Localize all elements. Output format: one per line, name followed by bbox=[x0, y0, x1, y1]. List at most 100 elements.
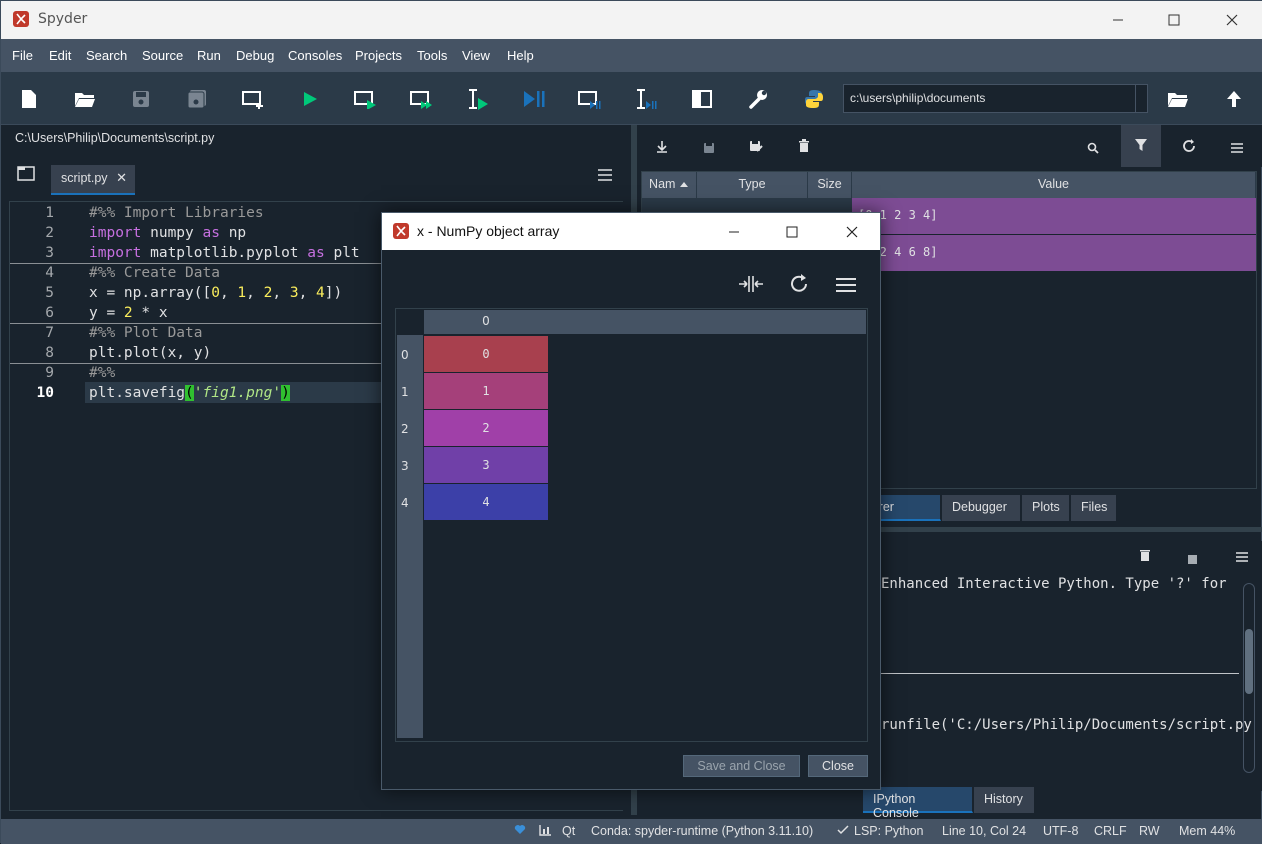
chevron-down-icon[interactable] bbox=[1135, 85, 1147, 112]
memory-chart-icon[interactable] bbox=[539, 824, 552, 839]
header-name-label: Nam bbox=[649, 177, 676, 191]
python-path-icon[interactable] bbox=[801, 86, 827, 112]
remove-all-variables-icon[interactable] bbox=[798, 138, 810, 157]
status-bar: Qt Conda: spyder-runtime (Python 3.11.10… bbox=[1, 819, 1262, 844]
row-index: 4 bbox=[401, 496, 409, 510]
new-file-icon[interactable] bbox=[16, 86, 42, 112]
lsp-status-label[interactable]: LSP: Python bbox=[854, 824, 924, 838]
close-tab-icon[interactable]: ✕ bbox=[116, 170, 127, 186]
parent-directory-arrow-icon[interactable] bbox=[1221, 86, 1247, 112]
run-icon[interactable] bbox=[297, 86, 323, 112]
menu-file[interactable]: File bbox=[12, 48, 33, 63]
array-cell[interactable]: 1 bbox=[424, 373, 548, 409]
run-selection-icon[interactable] bbox=[465, 86, 491, 112]
spyder-window: Spyder File Edit Search Source Run Debug… bbox=[0, 0, 1262, 844]
browse-folder-icon[interactable] bbox=[1165, 86, 1191, 112]
browse-tabs-icon[interactable] bbox=[17, 165, 37, 185]
preferences-wrench-icon[interactable] bbox=[745, 86, 771, 112]
dialog-minimize-button[interactable] bbox=[706, 213, 762, 250]
line-number: 8 bbox=[45, 345, 54, 361]
dialog-close-button[interactable] bbox=[824, 213, 880, 250]
filter-icon bbox=[1135, 139, 1147, 151]
menu-tools[interactable]: Tools bbox=[417, 48, 447, 63]
code-line-3: import matplotlib.pyplot as plt bbox=[89, 245, 360, 261]
column-header-value[interactable]: Value bbox=[852, 172, 1256, 198]
close-button[interactable]: Close bbox=[808, 755, 868, 777]
code-line-6: y = 2 * x bbox=[89, 305, 168, 321]
code-line-9: #%% bbox=[89, 365, 116, 381]
menu-source[interactable]: Source bbox=[142, 48, 183, 63]
code-line-10: plt.savefig('fig1.png') bbox=[89, 385, 290, 401]
variable-row-y-value[interactable]: [0 2 4 6 8] bbox=[852, 235, 1256, 271]
menu-search[interactable]: Search bbox=[86, 48, 127, 63]
options-menu-icon[interactable] bbox=[1230, 139, 1244, 158]
column-header-name[interactable]: Nam bbox=[642, 172, 697, 198]
tab-ipython-console[interactable]: IPython Console bbox=[863, 787, 973, 820]
maximize-button[interactable] bbox=[1145, 1, 1203, 39]
debug-cell-icon[interactable] bbox=[577, 86, 603, 112]
close-window-button[interactable] bbox=[1203, 1, 1261, 39]
save-data-icon[interactable] bbox=[703, 139, 715, 158]
row-index: 3 bbox=[401, 459, 409, 473]
tab-script-py[interactable]: script.py ✕ bbox=[51, 165, 135, 195]
array-cell[interactable]: 3 bbox=[424, 447, 548, 483]
conda-env-label[interactable]: Conda: spyder-runtime (Python 3.11.10) bbox=[591, 824, 813, 838]
console-options-menu-icon[interactable] bbox=[1235, 548, 1249, 567]
save-data-as-icon[interactable] bbox=[749, 138, 763, 157]
search-icon[interactable] bbox=[1087, 139, 1099, 158]
menu-run[interactable]: Run bbox=[197, 48, 221, 63]
open-file-icon[interactable] bbox=[72, 86, 98, 112]
minimize-button[interactable] bbox=[1089, 1, 1147, 39]
column-header-type[interactable]: Type bbox=[697, 172, 808, 198]
variable-row-x-value[interactable]: [0 1 2 3 4] bbox=[852, 198, 1256, 234]
array-cell[interactable]: 4 bbox=[424, 484, 548, 520]
editor-file-path: C:\Users\Philip\Documents\script.py bbox=[15, 131, 215, 145]
code-line-1: #%% Import Libraries bbox=[89, 205, 264, 221]
console-scrollbar[interactable] bbox=[1243, 583, 1255, 773]
save-and-close-button[interactable]: Save and Close bbox=[683, 755, 800, 777]
save-icon[interactable] bbox=[128, 86, 154, 112]
save-all-icon[interactable] bbox=[184, 86, 210, 112]
dialog-title-bar: x - NumPy object array bbox=[382, 213, 880, 250]
spyder-logo-icon bbox=[393, 223, 409, 239]
debug-icon[interactable] bbox=[521, 86, 547, 112]
menu-view[interactable]: View bbox=[462, 48, 490, 63]
array-grid[interactable]: 0 0 1 2 3 4 0 1 2 3 4 bbox=[395, 308, 868, 742]
debug-selection-icon[interactable] bbox=[633, 86, 659, 112]
menu-debug[interactable]: Debug bbox=[236, 48, 274, 63]
tab-plots[interactable]: Plots bbox=[1022, 495, 1070, 521]
tab-history[interactable]: History bbox=[974, 787, 1035, 813]
stop-icon[interactable] bbox=[1188, 549, 1197, 568]
line-number: 2 bbox=[45, 225, 54, 241]
working-directory-combobox[interactable]: c:\users\philip\documents bbox=[843, 84, 1148, 113]
array-cell[interactable]: 2 bbox=[424, 410, 548, 446]
line-number: 1 bbox=[45, 205, 54, 221]
column-header-label: 0 bbox=[482, 314, 490, 328]
tab-debugger[interactable]: Debugger bbox=[942, 495, 1021, 521]
clear-console-icon[interactable] bbox=[1139, 547, 1151, 566]
line-number: 6 bbox=[45, 305, 54, 321]
menu-consoles[interactable]: Consoles bbox=[288, 48, 342, 63]
scrollbar-thumb[interactable] bbox=[1245, 629, 1253, 694]
run-cell-advance-icon[interactable] bbox=[409, 86, 435, 112]
console-banner-text: Enhanced Interactive Python. Type '?' fo… bbox=[881, 576, 1227, 592]
resize-columns-icon[interactable] bbox=[738, 275, 764, 297]
heart-icon[interactable] bbox=[514, 824, 526, 838]
menu-projects[interactable]: Projects bbox=[355, 48, 402, 63]
editor-options-menu-icon[interactable] bbox=[597, 167, 615, 183]
filter-variables-button[interactable] bbox=[1121, 125, 1161, 167]
dialog-maximize-button[interactable] bbox=[764, 213, 820, 250]
column-header-size[interactable]: Size bbox=[808, 172, 852, 198]
refresh-icon[interactable] bbox=[1182, 138, 1196, 157]
menu-help[interactable]: Help bbox=[507, 48, 534, 63]
import-data-icon[interactable] bbox=[656, 139, 668, 158]
run-cell-icon[interactable] bbox=[353, 86, 379, 112]
refresh-icon[interactable] bbox=[789, 274, 809, 298]
tab-files[interactable]: Files bbox=[1071, 495, 1117, 521]
array-column-header[interactable]: 0 bbox=[424, 310, 866, 334]
new-cell-icon[interactable] bbox=[241, 86, 267, 112]
maximize-pane-icon[interactable] bbox=[689, 86, 715, 112]
menu-edit[interactable]: Edit bbox=[49, 48, 71, 63]
dialog-options-menu-icon[interactable] bbox=[835, 277, 857, 297]
array-cell[interactable]: 0 bbox=[424, 336, 548, 372]
